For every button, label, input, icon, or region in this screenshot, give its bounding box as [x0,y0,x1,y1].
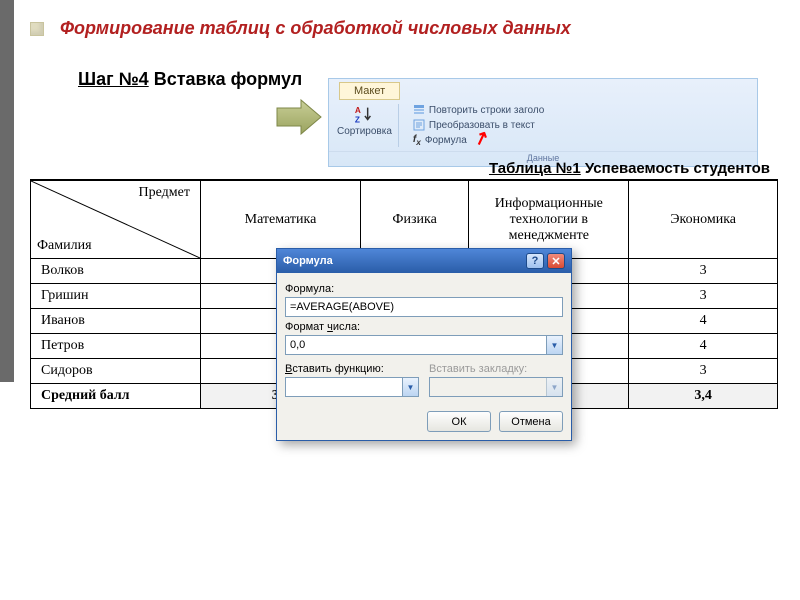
table-caption-text: Успеваемость студентов [581,160,770,177]
close-icon: ✕ [551,255,560,268]
ribbon-repeat-label: Повторить строки заголо [429,105,544,116]
col-physics: Физика [360,181,468,259]
chevron-down-icon[interactable]: ▼ [402,378,418,396]
sort-az-icon: A Z [353,104,375,126]
cell: 4 [629,309,778,334]
cell: 3 [629,359,778,384]
header-subject: Предмет [139,185,190,201]
cell: 3 [629,284,778,309]
svg-text:A: A [355,106,361,115]
number-format-label: Формат числа: [285,321,563,333]
table-caption: Таблица №1 Успеваемость студентов [30,160,778,180]
dialog-titlebar[interactable]: Формула ? ✕ [277,249,571,273]
svg-text:Z: Z [355,115,360,124]
chevron-down-icon: ▼ [546,378,562,396]
repeat-rows-icon [413,104,425,116]
ribbon-tab-layout[interactable]: Макет [339,82,400,100]
insert-function-label: Вставить функцию: [285,363,419,375]
slide-title: Формирование таблиц с обработкой числовы… [0,0,800,45]
insert-bookmark-select [429,377,563,397]
formula-input[interactable] [285,297,563,317]
step-number: Шаг №4 [78,69,149,89]
insert-function-select[interactable] [285,377,419,397]
insert-bookmark-label: Вставить закладку: [429,363,563,375]
row-name: Гришин [31,284,201,309]
slide-bullet [30,22,44,36]
ribbon-formula-label: Формула [425,135,467,146]
convert-text-icon [413,119,425,131]
diagonal-header: Предмет Фамилия [31,181,201,259]
fx-icon: fx [413,134,421,147]
ok-button[interactable]: ОК [427,411,491,432]
row-name: Иванов [31,309,201,334]
cell: 3 [629,259,778,284]
ribbon-snippet: Макет A Z Сортировка Повторить строки за… [328,78,758,167]
dialog-title-text: Формула [283,255,333,267]
dialog-help-button[interactable]: ? [526,253,544,269]
step-text: Вставка формул [149,69,302,89]
cancel-button[interactable]: Отмена [499,411,563,432]
number-format-select[interactable] [285,335,563,355]
table-caption-number: Таблица №1 [489,160,581,177]
col-it: Информационные технологии в менеджменте [469,181,629,259]
slide-accent-bar [0,0,14,382]
ribbon-sort-button[interactable]: A Z Сортировка [335,104,399,147]
row-name: Волков [31,259,201,284]
chevron-down-icon[interactable]: ▼ [546,336,562,354]
ribbon-repeat-header-rows[interactable]: Повторить строки заголо [413,104,544,116]
avg-cell: 3,4 [629,384,778,409]
col-math: Математика [201,181,361,259]
dialog-close-button[interactable]: ✕ [547,253,565,269]
row-name: Петров [31,334,201,359]
ribbon-sort-label: Сортировка [337,126,392,137]
arrow-right-icon [275,98,323,136]
avg-label: Средний балл [31,384,201,409]
col-econ: Экономика [629,181,778,259]
header-surname: Фамилия [37,238,92,254]
row-name: Сидоров [31,359,201,384]
formula-label: Формула: [285,283,563,295]
cell: 4 [629,334,778,359]
formula-dialog: Формула ? ✕ Формула: Формат числа: ▼ Вст… [276,248,572,441]
